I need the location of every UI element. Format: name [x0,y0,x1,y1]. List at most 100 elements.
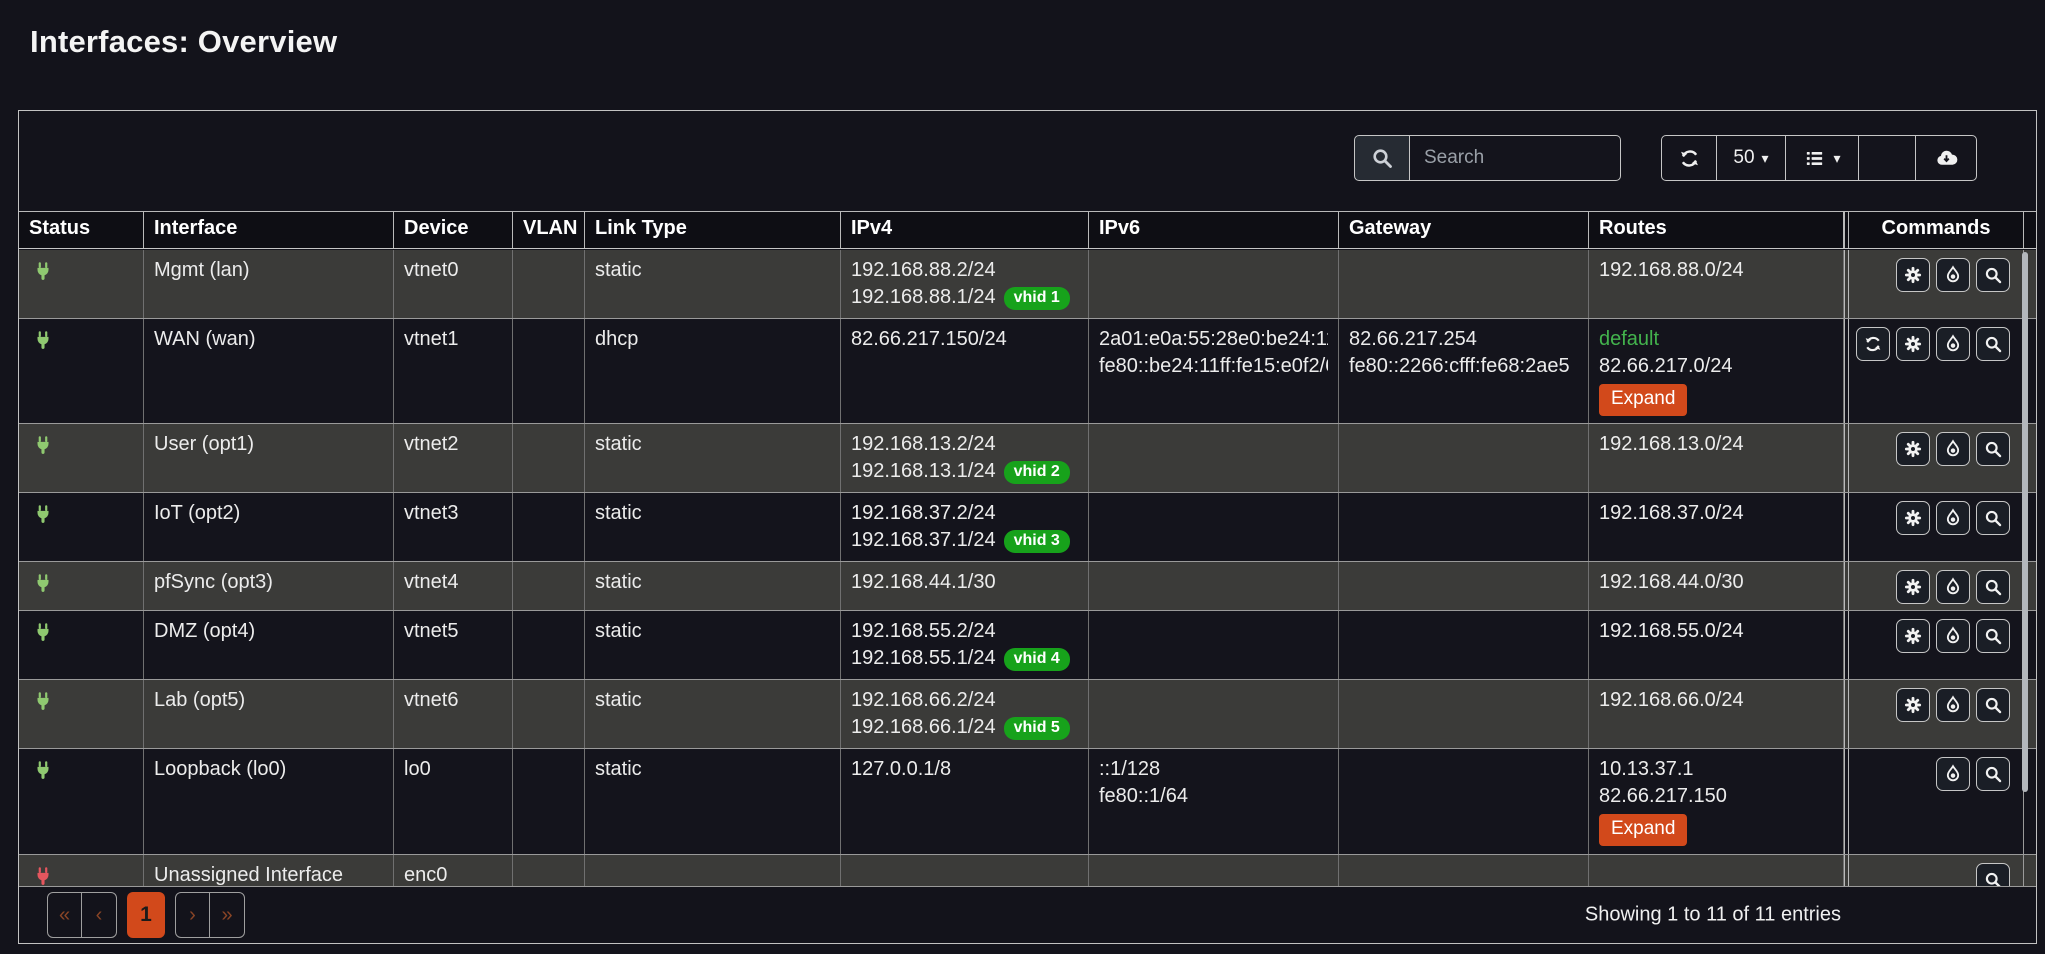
details-button[interactable] [1976,258,2010,292]
export-download-button[interactable] [1915,135,1977,181]
details-button[interactable] [1976,688,2010,722]
cell-line: vtnet0 [404,257,502,284]
cell-link-type: static [585,424,841,492]
cell-link-type [585,855,841,886]
cell-device: vtnet1 [394,319,513,423]
page-size-value: 50 [1733,147,1754,169]
table-row: Unassigned Interface enc0 [19,855,2036,886]
interface-settings-button[interactable] [1896,501,1930,535]
cell-line: static [595,569,830,596]
table-footer: « ‹ 1 › » Showing 1 to 11 of 11 entries [19,886,2036,943]
expand-routes-button[interactable]: Expand [1599,814,1687,846]
cell-line: fe80::1/64 [1099,783,1328,810]
cell-device: vtnet4 [394,562,513,610]
plug-icon [32,259,54,285]
interface-settings-button[interactable] [1896,327,1930,361]
cell-status [19,250,144,318]
column-header-gateway[interactable]: Gateway [1339,212,1589,248]
cell-gateway [1339,749,1589,854]
column-header-ipv6[interactable]: IPv6 [1089,212,1339,248]
vertical-scrollbar[interactable] [2022,252,2028,792]
cell-device: vtnet5 [394,611,513,679]
column-header-ipv4[interactable]: IPv4 [841,212,1089,248]
page-header: Interfaces: Overview [0,0,2045,110]
column-header-link-type[interactable]: Link Type [585,212,841,248]
column-header-interface[interactable]: Interface [144,212,394,248]
column-header-commands[interactable]: Commands [1849,212,2024,248]
column-header-device[interactable]: Device [394,212,513,248]
refresh-table-button[interactable] [1661,135,1717,181]
column-header-vlan[interactable]: VLAN [513,212,585,248]
first-page-button[interactable]: « [48,893,82,937]
flame-button[interactable] [1936,501,1970,535]
interface-settings-button[interactable] [1896,258,1930,292]
flame-button[interactable] [1936,688,1970,722]
blank-toolbar-button[interactable] [1858,135,1916,181]
chevron-down-icon: ▾ [1762,151,1769,165]
cell-line: Mgmt (lan) [154,257,383,284]
reload-button[interactable] [1856,327,1890,361]
gear-icon [1903,577,1923,597]
search-group [1354,135,1621,181]
cell-interface: Unassigned Interface [144,855,394,886]
flame-icon [1943,764,1963,784]
status-plug-icon [32,442,54,464]
plug-icon [32,620,54,646]
column-header-status[interactable]: Status [19,212,144,248]
last-page-button[interactable]: » [210,893,244,937]
interface-settings-button[interactable] [1896,432,1930,466]
next-page-button[interactable]: › [176,893,210,937]
cell-line: 82.66.217.254 [1349,326,1578,353]
search-button[interactable] [1354,135,1410,181]
search-input[interactable] [1410,135,1621,181]
cell-device: vtnet2 [394,424,513,492]
flame-button[interactable] [1936,619,1970,653]
column-header-routes[interactable]: Routes [1589,212,1844,248]
flame-button[interactable] [1936,258,1970,292]
interface-settings-button[interactable] [1896,688,1930,722]
cell-interface: DMZ (opt4) [144,611,394,679]
cell-commands [1849,250,2024,318]
table-header-row: StatusInterfaceDeviceVLANLink TypeIPv4IP… [19,211,2036,249]
cell-line: 192.168.88.0/24 [1599,257,1833,284]
details-button[interactable] [1976,619,2010,653]
vhid-badge: vhid 4 [1004,648,1070,671]
cell-line: Lab (opt5) [154,687,383,714]
details-button[interactable] [1976,757,2010,791]
cell-line: 82.66.217.0/24 [1599,353,1833,380]
cell-commands [1849,680,2024,748]
cell-line: vtnet5 [404,618,502,645]
interface-settings-button[interactable] [1896,570,1930,604]
cell-line: 192.168.88.2/24 [851,257,1078,284]
cell-interface: Mgmt (lan) [144,250,394,318]
cell-line: fe80::be24:11ff:fe15:e0f2/6 [1099,353,1328,380]
cell-line: pfSync (opt3) [154,569,383,596]
details-button[interactable] [1976,570,2010,604]
flame-button[interactable] [1936,327,1970,361]
cell-vlan [513,855,585,886]
expand-routes-button[interactable]: Expand [1599,384,1687,416]
details-button[interactable] [1976,863,2010,886]
cell-commands [1849,855,2024,886]
cell-line: static [595,257,830,284]
interface-settings-button[interactable] [1896,619,1930,653]
previous-page-button[interactable]: ‹ [82,893,116,937]
flame-button[interactable] [1936,570,1970,604]
cell-device: enc0 [394,855,513,886]
cell-line: vtnet2 [404,431,502,458]
plug-icon [32,864,54,886]
current-page-button[interactable]: 1 [127,892,165,938]
cell-line: 10.13.37.1 [1599,756,1833,783]
column-selector-dropdown[interactable]: ▾ [1785,135,1859,181]
flame-button[interactable] [1936,757,1970,791]
cell-line: vtnet4 [404,569,502,596]
cell-line: enc0 [404,862,502,886]
details-button[interactable] [1976,432,2010,466]
cell-vlan [513,319,585,423]
details-button[interactable] [1976,501,2010,535]
cell-line: 192.168.55.1/24vhid 4 [851,645,1078,672]
cell-ipv6 [1089,680,1339,748]
page-size-dropdown[interactable]: 50 ▾ [1716,135,1786,181]
details-button[interactable] [1976,327,2010,361]
flame-button[interactable] [1936,432,1970,466]
